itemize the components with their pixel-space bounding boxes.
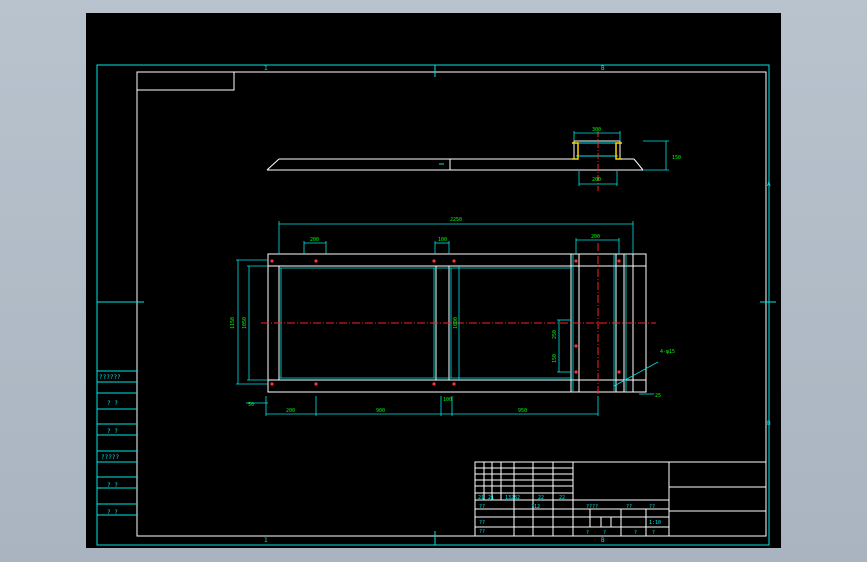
svg-text:1: 1 [264,65,268,72]
svg-text:150: 150 [672,155,681,161]
svg-text:??: ?? [649,504,655,510]
svg-text:1:10: 1:10 [649,520,661,526]
svg-text:22: 22 [538,495,544,501]
side-table [97,370,137,516]
svg-text:??: ?? [626,504,632,510]
title-block-text: 21 21 13282 22 22 ?? ?12 ???? ?? ?? ?? 1… [478,495,661,536]
svg-text:2250: 2250 [450,217,462,223]
svg-text:A: A [767,181,771,188]
svg-text:200: 200 [310,237,319,243]
svg-text:?: ? [652,530,655,536]
svg-text:1150: 1150 [230,317,236,329]
svg-text:100: 100 [438,237,447,243]
svg-text:4-φ15: 4-φ15 [660,349,675,355]
svg-text:????: ???? [586,504,598,510]
svg-text:22: 22 [559,495,565,501]
top-view: 300 150 200 [266,127,681,191]
inner-border [136,71,767,537]
plan-view: 2250 200 100 200 1150 1050 1000 250 150 … [230,217,675,416]
svg-text:B: B [601,65,605,72]
svg-text:??: ?? [479,504,485,510]
side-table-labels: ?????? ? ? ? ? ????? ? ? ? ? [99,374,121,516]
svg-text:?????: ????? [101,454,119,461]
svg-text:? ?: ? ? [107,509,118,516]
svg-text:?: ? [603,530,606,536]
code-box [136,71,235,91]
svg-text:21: 21 [488,495,494,501]
svg-text:25: 25 [655,393,661,399]
svg-text:??????: ?????? [99,374,121,381]
svg-text:? ?: ? ? [107,428,118,435]
svg-text:? ?: ? ? [107,400,118,407]
svg-text:1000: 1000 [453,317,459,329]
svg-text:B: B [767,420,771,427]
svg-text:300: 300 [592,127,601,133]
svg-text:200: 200 [591,234,600,240]
svg-text:1050: 1050 [242,317,248,329]
svg-text:?: ? [586,530,589,536]
svg-text:50: 50 [248,402,254,408]
svg-text:250: 250 [552,330,558,339]
svg-text:13282: 13282 [505,495,520,501]
svg-text:??: ?? [479,529,485,535]
svg-text:?12: ?12 [531,504,540,510]
svg-text:?: ? [634,530,637,536]
svg-text:950: 950 [518,408,527,414]
svg-text:150: 150 [552,354,558,363]
svg-text:200: 200 [286,408,295,414]
svg-text:? ?: ? ? [107,482,118,489]
svg-text:200: 200 [592,177,601,183]
cad-drawing: 1 B 1 B A B ?????? ? ? ? ? ????? ? ? ? ? [96,64,776,546]
outer-frame [96,64,770,546]
svg-text:100: 100 [443,397,452,403]
cad-viewport[interactable]: 1 B 1 B A B ?????? ? ? ? ? ????? ? ? ? ? [86,13,781,548]
svg-text:1: 1 [264,537,268,544]
svg-text:B: B [601,537,605,544]
svg-text:900: 900 [376,408,385,414]
svg-text:21: 21 [478,495,484,501]
svg-text:??: ?? [479,520,485,526]
zone-labels: 1 B 1 B A B [264,65,771,544]
